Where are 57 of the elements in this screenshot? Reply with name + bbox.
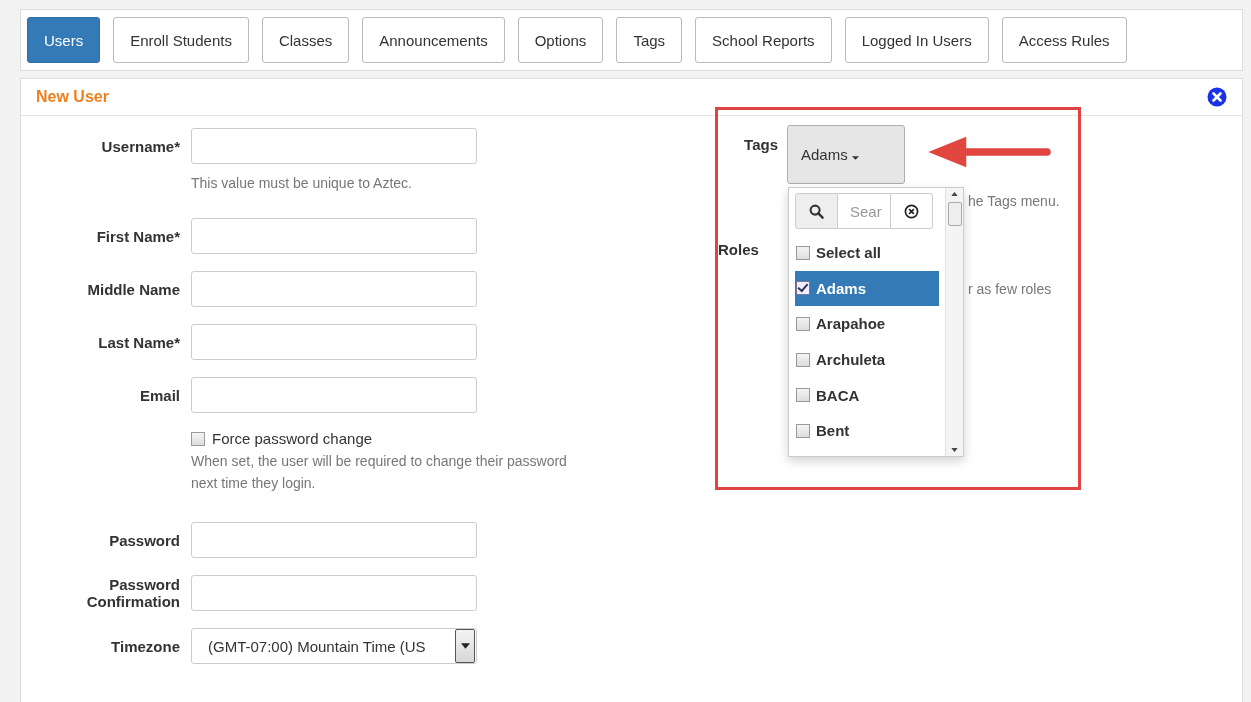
checkbox[interactable] [796, 423, 810, 438]
tab[interactable]: Tags [616, 17, 683, 63]
field-label: First Name* [95, 227, 181, 245]
checkbox[interactable] [796, 245, 810, 260]
tab[interactable]: Enroll Students [113, 17, 249, 63]
tab[interactable]: Users [27, 17, 101, 63]
checkbox[interactable] [796, 388, 810, 403]
field-label: Timezone [110, 637, 181, 655]
tag-option[interactable]: Arapahoe [795, 306, 939, 342]
input-field[interactable] [191, 522, 477, 558]
field-label: Password Confirmation [85, 576, 181, 610]
tab[interactable]: School Reports [695, 17, 832, 63]
roles-label: Roles [718, 240, 759, 258]
help-text: r as few roles [968, 281, 1052, 297]
close-icon[interactable] [1207, 87, 1227, 107]
tags-label: Tags [743, 135, 778, 153]
tags-dropdown-button[interactable]: Adams [787, 125, 905, 184]
field-label: Email [138, 386, 181, 404]
input-field[interactable] [191, 271, 477, 307]
caret-icon [851, 156, 859, 160]
scrollbar[interactable] [945, 188, 963, 456]
field-label: Username* [100, 137, 181, 155]
input-field[interactable] [191, 575, 477, 611]
checkbox[interactable] [796, 281, 810, 296]
tab[interactable]: Classes [261, 17, 350, 63]
field-label: Last Name* [97, 333, 181, 351]
scroll-down-icon[interactable] [951, 448, 958, 452]
checkbox[interactable] [796, 317, 810, 331]
tab[interactable]: Options [517, 17, 604, 63]
tab[interactable]: Access Rules [1001, 17, 1127, 63]
search-field[interactable]: Sear [838, 193, 890, 229]
scroll-up-icon[interactable] [951, 192, 958, 196]
checkbox-label: Force password change [212, 430, 373, 447]
help-text: he Tags menu. [968, 193, 1060, 209]
clear-icon[interactable] [904, 203, 919, 219]
help-text: When set, the user will be required to change their password next time they login. [191, 453, 567, 491]
input-field[interactable] [191, 218, 477, 254]
help-text: This value must be unique to Aztec. [191, 175, 412, 191]
input-field[interactable] [191, 377, 477, 413]
timezone-select[interactable]: (GMT-07:00) Mountain Time (US [191, 628, 477, 664]
scrollbar-thumb[interactable] [947, 202, 962, 226]
tab[interactable]: Announcements [362, 17, 505, 63]
checkbox[interactable] [796, 352, 810, 367]
checkbox[interactable] [191, 431, 205, 446]
input-field[interactable] [191, 128, 477, 164]
tag-option[interactable]: Archuleta [795, 341, 939, 378]
search-icon [809, 203, 824, 219]
caret-icon [460, 643, 470, 649]
tag-option[interactable]: BACA [795, 377, 939, 413]
field-label: Password [108, 531, 181, 549]
field-label: Middle Name [86, 280, 181, 298]
input-field[interactable] [191, 324, 477, 360]
tag-option[interactable]: Bent [795, 412, 939, 449]
tab[interactable]: Logged In Users [844, 17, 989, 63]
panel-title: New User [36, 88, 109, 106]
tag-option[interactable]: Adams [795, 270, 939, 307]
tag-option[interactable]: Select all [795, 235, 939, 271]
